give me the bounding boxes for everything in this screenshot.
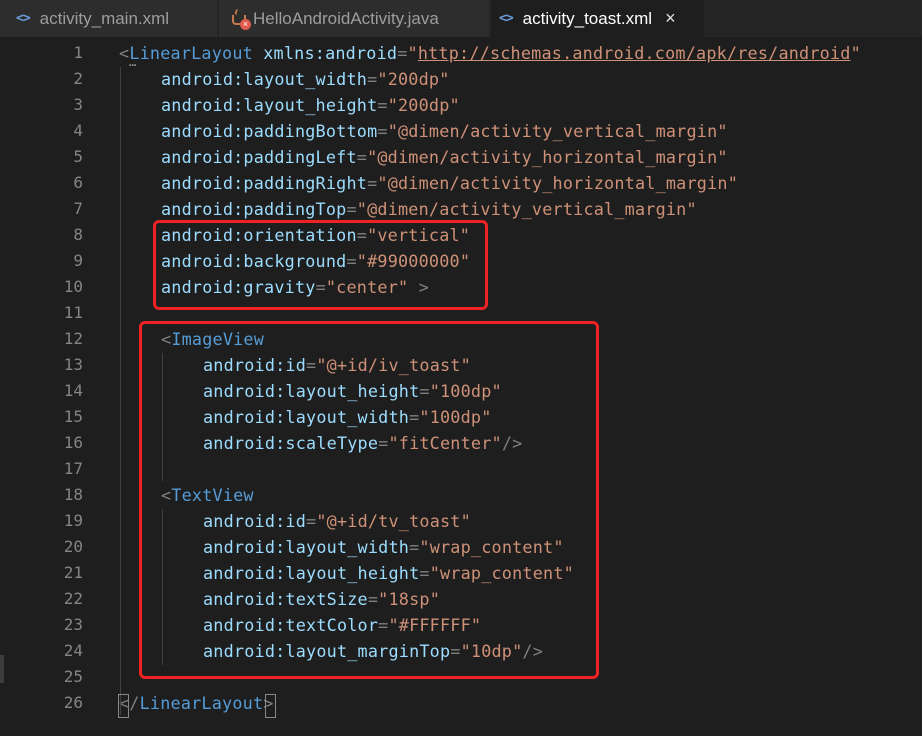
line-number: 10 bbox=[63, 277, 83, 296]
code-line[interactable]: 1 <LinearLayout xmlns:android="http://sch… bbox=[0, 40, 922, 66]
code-line[interactable]: 3 android:layout_height="200dp" bbox=[0, 92, 922, 118]
highlight-box-layout-attributes bbox=[153, 220, 488, 310]
highlight-box-child-views bbox=[139, 321, 599, 679]
code-line[interactable]: 4 android:paddingBottom="@dimen/activity_… bbox=[0, 118, 922, 144]
code-token: "200dp" bbox=[387, 95, 460, 115]
line-number: 11 bbox=[63, 303, 83, 322]
code-line[interactable]: 26 </LinearLayout> bbox=[0, 690, 922, 716]
code-token: = bbox=[356, 147, 368, 167]
code-token: xmlns:android bbox=[252, 43, 398, 63]
code-token: = bbox=[377, 95, 388, 115]
code-token: android:paddingTop bbox=[161, 199, 347, 219]
code-token: "@dimen/activity_horizontal_margin" bbox=[377, 173, 739, 193]
line-number: 6 bbox=[73, 173, 83, 192]
code-token: LinearLayout bbox=[139, 693, 264, 713]
xml-file-icon: <> bbox=[16, 11, 31, 26]
line-number: 16 bbox=[63, 433, 83, 452]
code-token[interactable]: http://schemas.android.com/apk/res/andro… bbox=[418, 43, 851, 63]
bracket-match-highlight bbox=[265, 694, 276, 718]
tab-hello-android-activity[interactable]: × HelloAndroidActivity.java bbox=[219, 0, 489, 37]
line-number: 21 bbox=[63, 563, 83, 582]
code-token: = bbox=[367, 69, 378, 89]
line-number: 22 bbox=[63, 589, 83, 608]
line-number: 7 bbox=[73, 199, 83, 218]
line-number: 17 bbox=[63, 459, 83, 478]
code-token: = bbox=[367, 173, 378, 193]
line-number: 12 bbox=[63, 329, 83, 348]
xml-file-icon: <> bbox=[499, 11, 514, 26]
tab-activity-toast[interactable]: <> activity_toast.xml × bbox=[491, 0, 704, 37]
tab-label: activity_toast.xml bbox=[522, 8, 653, 28]
code-text: android:paddingRight="@dimen/activity_ho… bbox=[161, 170, 738, 196]
code-token: = bbox=[346, 199, 357, 219]
code-token: android:layout_height bbox=[161, 95, 378, 115]
code-token: LinearLayout bbox=[129, 43, 253, 63]
tab-bar: <> activity_main.xml × HelloAndroidActiv… bbox=[0, 0, 922, 37]
line-number: 18 bbox=[63, 485, 83, 504]
code-text: <LinearLayout xmlns:android="http://sche… bbox=[119, 40, 861, 66]
line-number: 15 bbox=[63, 407, 83, 426]
line-number: 24 bbox=[63, 641, 83, 660]
code-token: < bbox=[119, 43, 130, 63]
code-token: = bbox=[397, 43, 408, 63]
code-text: android:paddingBottom="@dimen/activity_v… bbox=[161, 118, 728, 144]
code-text: android:paddingLeft="@dimen/activity_hor… bbox=[161, 144, 728, 170]
tab-label: activity_main.xml bbox=[39, 8, 170, 28]
line-number: 20 bbox=[63, 537, 83, 556]
code-token: " bbox=[407, 43, 418, 63]
code-token: "@dimen/activity_vertical_margin" bbox=[356, 199, 697, 219]
line-number: 13 bbox=[63, 355, 83, 374]
line-number: 19 bbox=[63, 511, 83, 530]
code-token: = bbox=[377, 121, 388, 141]
code-text: </LinearLayout> bbox=[119, 690, 274, 716]
line-number: 3 bbox=[73, 95, 83, 114]
close-icon[interactable]: × bbox=[665, 8, 676, 29]
line-number: 8 bbox=[73, 225, 83, 244]
line-number: 26 bbox=[63, 693, 83, 712]
code-token: android:layout_width bbox=[161, 69, 368, 89]
code-editor[interactable]: 1 <LinearLayout xmlns:android="http://sch… bbox=[0, 37, 922, 736]
line-number: 14 bbox=[63, 381, 83, 400]
code-token: "@dimen/activity_vertical_margin" bbox=[387, 121, 728, 141]
code-text: android:paddingTop="@dimen/activity_vert… bbox=[161, 196, 697, 222]
code-line[interactable]: 7 android:paddingTop="@dimen/activity_ver… bbox=[0, 196, 922, 222]
line-number: 25 bbox=[63, 667, 83, 686]
line-number: 2 bbox=[73, 69, 83, 88]
tab-activity-main[interactable]: <> activity_main.xml bbox=[0, 0, 217, 37]
folding-dots-icon: ⋯ bbox=[129, 58, 138, 72]
line-number: 9 bbox=[73, 251, 83, 270]
code-token: android:paddingLeft bbox=[161, 147, 357, 167]
java-error-icon: × bbox=[229, 8, 251, 30]
tab-label: HelloAndroidActivity.java bbox=[253, 8, 439, 28]
line-number: 23 bbox=[63, 615, 83, 634]
code-token: " bbox=[850, 43, 861, 63]
line-number: 5 bbox=[73, 147, 83, 166]
code-text: android:layout_width="200dp" bbox=[161, 66, 450, 92]
code-line[interactable]: 6 android:paddingRight="@dimen/activity_h… bbox=[0, 170, 922, 196]
code-text: android:layout_height="200dp" bbox=[161, 92, 460, 118]
line-number: 1 bbox=[73, 43, 83, 62]
bracket-match-highlight bbox=[118, 694, 129, 718]
code-token: android:paddingRight bbox=[161, 173, 368, 193]
code-line[interactable]: 5 android:paddingLeft="@dimen/activity_ho… bbox=[0, 144, 922, 170]
line-number: 4 bbox=[73, 121, 83, 140]
code-token: android:paddingBottom bbox=[161, 121, 378, 141]
code-token: "200dp" bbox=[377, 69, 450, 89]
code-token: "@dimen/activity_horizontal_margin" bbox=[367, 147, 728, 167]
indent-guide bbox=[120, 67, 121, 715]
code-line[interactable]: 2 android:layout_width="200dp" bbox=[0, 66, 922, 92]
